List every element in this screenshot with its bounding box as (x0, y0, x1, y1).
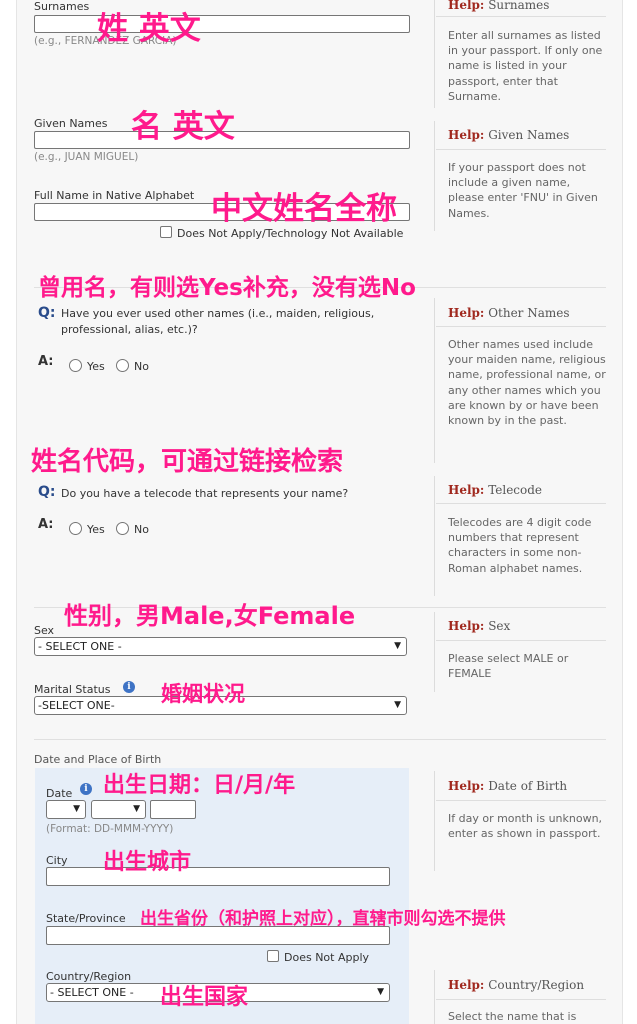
help-title-telecode: Help: Telecode (448, 483, 543, 497)
help-body-sex: Please select MALE or FEMALE (448, 652, 569, 681)
sex-select[interactable]: - SELECT ONE - ▼ (34, 637, 407, 656)
birth-section-label: Date and Place of Birth (34, 753, 162, 766)
birth-year-input[interactable] (150, 800, 196, 819)
help-body-surnames: Enter all surnames as listed in your pas… (448, 29, 603, 103)
given-names-label: Given Names (34, 117, 108, 130)
question-marker: Q: (38, 305, 56, 321)
native-name-dna-checkbox[interactable] (160, 226, 172, 238)
chevron-down-icon: ▼ (394, 700, 401, 710)
help-body-other-names: Other names used include your maiden nam… (448, 338, 606, 428)
help-rule (436, 800, 606, 801)
annotation-city: 出生城市 (103, 850, 192, 875)
help-divider (434, 771, 435, 871)
chevron-down-icon: ▼ (377, 987, 384, 997)
country-label: Country/Region (46, 970, 132, 983)
help-divider (434, 970, 435, 1024)
native-name-label: Full Name in Native Alphabet (34, 189, 195, 202)
help-rule (436, 149, 606, 150)
annotation-surname: 姓 英文 (97, 11, 201, 47)
telecode-question: Do you have a telecode that represents y… (61, 487, 349, 500)
date-format-hint: (Format: DD-MMM-YYYY) (46, 823, 174, 835)
annotation-given-name: 名 英文 (131, 109, 235, 145)
help-title-country: Help: Country/Region (448, 978, 585, 992)
help-title-given-names: Help: Given Names (448, 128, 570, 142)
annotation-sex: 性别，男Male,女Female (64, 602, 356, 630)
telecode-yes-label: Yes (87, 523, 105, 536)
telecode-no-radio[interactable] (116, 522, 129, 535)
help-divider (434, 298, 435, 463)
marital-status-label: Marital Status (34, 683, 111, 696)
help-rule (436, 503, 606, 504)
info-icon[interactable]: i (123, 681, 135, 693)
info-icon[interactable]: i (80, 783, 92, 795)
birth-day-select[interactable]: ▼ (46, 800, 86, 819)
city-label: City (46, 854, 68, 867)
annotation-dob: 出生日期：日/月/年 (103, 773, 296, 798)
help-divider (434, 476, 435, 596)
chevron-down-icon: ▼ (133, 804, 140, 814)
help-divider (434, 121, 435, 231)
birth-city-input[interactable] (46, 867, 390, 886)
help-title-sex: Help: Sex (448, 619, 511, 633)
given-names-example: (e.g., JUAN MIGUEL) (34, 151, 139, 163)
annotation-province: 出生省份（和护照上对应），直辖市则勾选不提供 (140, 909, 506, 929)
answer-marker: A: (38, 517, 54, 532)
telecode-no-label: No (134, 523, 149, 536)
help-body-dob: If day or month is unknown, enter as sho… (448, 812, 603, 841)
help-rule (436, 640, 606, 641)
annotation-marital: 婚姻状况 (161, 682, 245, 706)
birth-month-select[interactable]: ▼ (91, 800, 146, 819)
other-names-no-label: No (134, 360, 149, 373)
other-names-no-radio[interactable] (116, 359, 129, 372)
help-body-given-names: If your passport does not include a give… (448, 161, 598, 220)
annotation-native-name: 中文姓名全称 (211, 191, 397, 227)
help-title-other-names: Help: Other Names (448, 306, 570, 320)
date-label: Date (46, 787, 73, 800)
help-title-surnames: Help: Surnames (448, 0, 550, 12)
help-body-telecode: Telecodes are 4 digit code numbers that … (448, 516, 592, 575)
sex-select-value: - SELECT ONE - (38, 640, 122, 653)
section-separator (34, 739, 606, 740)
other-names-yes-label: Yes (87, 360, 105, 373)
chevron-down-icon: ▼ (73, 804, 80, 814)
help-divider (434, 0, 435, 108)
state-dna-label: Does Not Apply (284, 951, 370, 964)
telecode-yes-radio[interactable] (69, 522, 82, 535)
help-body-country: Select the name that is (448, 1010, 577, 1023)
annotation-other-names: 曾用名，有则选Yes补充，没有选No (38, 275, 416, 301)
state-dna-checkbox[interactable] (267, 950, 279, 962)
answer-marker: A: (38, 354, 54, 369)
annotation-telecode: 姓名代码，可通过链接检索 (31, 447, 344, 477)
sex-label: Sex (34, 624, 55, 637)
chevron-down-icon: ▼ (394, 641, 401, 651)
help-rule (436, 999, 606, 1000)
state-label: State/Province (46, 912, 126, 925)
native-name-dna-label: Does Not Apply/Technology Not Available (177, 227, 404, 240)
help-rule (436, 16, 606, 17)
help-divider (434, 612, 435, 692)
annotation-country: 出生国家 (160, 985, 249, 1010)
other-names-yes-radio[interactable] (69, 359, 82, 372)
country-select-value: - SELECT ONE - (50, 986, 134, 999)
surnames-input[interactable] (34, 15, 410, 33)
other-names-question: Have you ever used other names (i.e., ma… (61, 307, 375, 336)
marital-select-value: -SELECT ONE- (38, 699, 115, 712)
help-title-dob: Help: Date of Birth (448, 779, 568, 793)
surnames-label: Surnames (34, 0, 90, 13)
question-marker: Q: (38, 484, 56, 500)
help-rule (436, 326, 606, 327)
